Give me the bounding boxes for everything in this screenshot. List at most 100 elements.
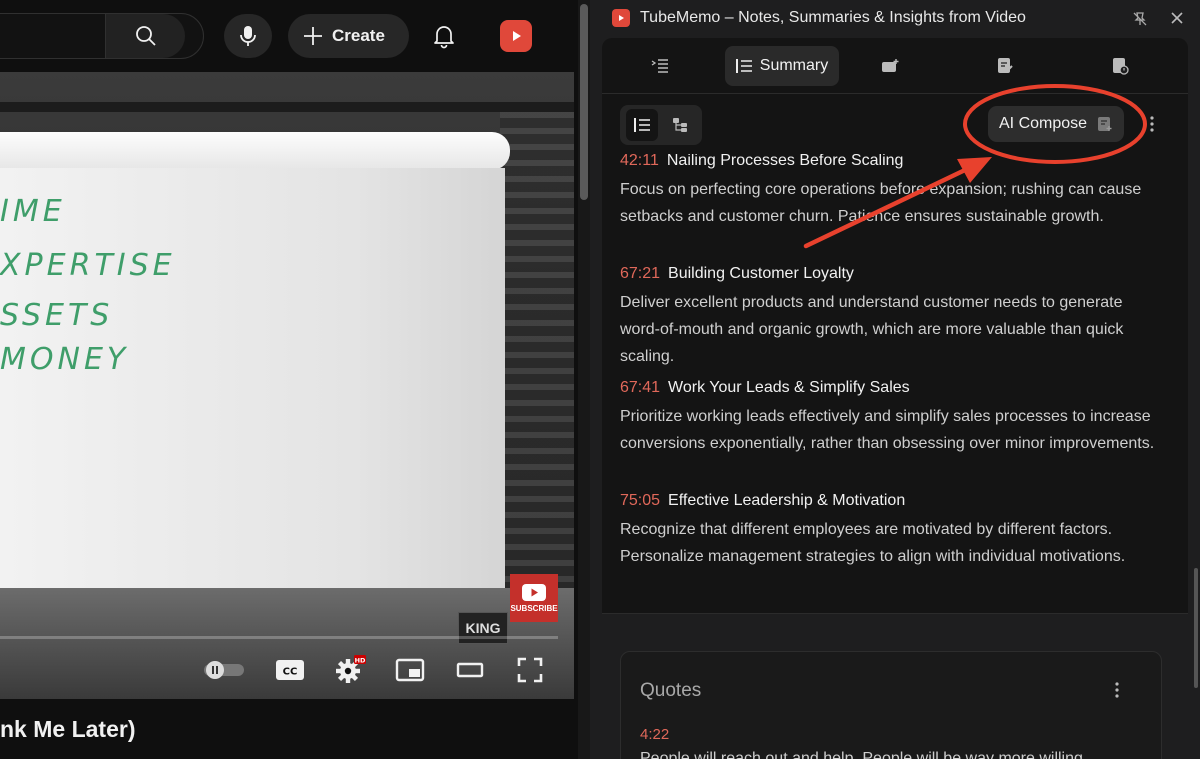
summary-content: 42:11 Nailing Processes Before Scaling F… — [602, 154, 1188, 613]
summary-card: Summary AI Compose 42:11 Nailing Process… — [602, 38, 1188, 613]
list-view-button[interactable] — [626, 109, 658, 141]
search-button[interactable] — [105, 14, 185, 58]
section-title: Building Customer Loyalty — [668, 265, 854, 282]
miniplayer-button[interactable] — [390, 652, 430, 688]
tab-label: Summary — [759, 57, 829, 74]
tubememo-panel: TubeMemo – Notes, Summaries & Insights f… — [590, 0, 1200, 759]
more-options-button[interactable] — [1146, 112, 1158, 136]
panel-title-bar: TubeMemo – Notes, Summaries & Insights f… — [590, 0, 1200, 36]
youtube-page: Create IME XPERTISE SSETS MONEY SUBSCRIB… — [0, 0, 590, 759]
theater-mode-button[interactable] — [450, 652, 490, 688]
unpin-button[interactable] — [1130, 9, 1150, 29]
create-label: Create — [332, 26, 385, 45]
quote-text: People will reach out and help. People w… — [640, 750, 1083, 759]
mindmap-view-button[interactable] — [664, 109, 696, 141]
youtube-topbar: Create — [0, 0, 590, 72]
section-body: Deliver excellent products and understan… — [620, 294, 1124, 365]
kebab-menu-icon — [1150, 116, 1154, 132]
video-title: nk Me Later) — [0, 716, 136, 742]
svg-text:CC: CC — [283, 667, 298, 678]
search-icon — [135, 26, 156, 46]
progress-bar[interactable] — [0, 636, 558, 639]
subscribe-watermark[interactable]: SUBSCRIBE — [510, 574, 558, 622]
panel-tabs: Summary — [602, 38, 1188, 94]
timestamp-link[interactable]: 67:41 — [620, 379, 660, 397]
quotes-more-button[interactable] — [1115, 682, 1119, 703]
voice-search-button[interactable] — [224, 14, 272, 58]
ai-compose-label: AI Compose — [999, 115, 1088, 132]
tab-notes[interactable] — [977, 46, 1041, 86]
timestamp-link[interactable]: 75:05 — [620, 492, 660, 510]
scrollbar-thumb[interactable] — [580, 4, 588, 200]
captions-button[interactable]: CC — [270, 652, 310, 688]
handwriting-line: XPERTISE — [0, 248, 176, 283]
notifications-button[interactable] — [426, 18, 462, 54]
screen: Create IME XPERTISE SSETS MONEY SUBSCRIB… — [0, 0, 1200, 759]
close-panel-button[interactable] — [1167, 8, 1187, 28]
channel-watermark: KING — [458, 612, 508, 644]
play-icon — [619, 15, 624, 21]
summary-list-icon — [735, 59, 752, 73]
kebab-menu-icon — [1115, 682, 1119, 698]
quotes-card: Quotes 4:22 People will reach out and he… — [620, 651, 1162, 759]
handwriting-line: SSETS — [0, 298, 114, 333]
ai-compose-button[interactable]: AI Compose — [988, 106, 1124, 142]
tubememo-logo-icon — [612, 9, 630, 27]
summary-section: 67:41 Work Your Leads & Simplify Sales P… — [620, 376, 1165, 457]
section-divider — [602, 613, 1188, 614]
settings-button[interactable]: HD — [330, 652, 370, 688]
section-header: 67:21 Building Customer Loyalty — [620, 262, 1165, 286]
tab-summary[interactable]: Summary — [725, 46, 839, 86]
fullscreen-icon — [517, 657, 543, 683]
subscribe-label: SUBSCRIBE — [510, 603, 558, 613]
create-button[interactable]: Create — [288, 14, 409, 58]
close-icon — [1171, 12, 1183, 24]
summary-section: 67:21 Building Customer Loyalty Deliver … — [620, 262, 1165, 370]
timestamp-link[interactable]: 67:21 — [620, 265, 660, 283]
camera-plus-icon — [882, 59, 899, 72]
section-header: 75:05 Effective Leadership & Motivation — [620, 489, 1165, 513]
mindmap-icon — [673, 118, 687, 132]
search-input[interactable] — [0, 13, 204, 59]
tab-snapshot[interactable] — [862, 46, 926, 86]
video-frame-paper-roll — [0, 132, 510, 170]
section-header: 67:41 Work Your Leads & Simplify Sales — [620, 376, 1165, 400]
section-title: Nailing Processes Before Scaling — [666, 154, 904, 169]
account-avatar[interactable] — [500, 20, 532, 52]
video-frame-rack — [500, 112, 574, 652]
outline-icon — [651, 59, 668, 73]
video-player[interactable]: IME XPERTISE SSETS MONEY SUBSCRIBE KING … — [0, 72, 574, 699]
tab-outline[interactable] — [632, 46, 696, 86]
video-frame-paper — [0, 168, 505, 588]
pin-off-icon — [1133, 12, 1147, 26]
summary-section: 75:05 Effective Leadership & Motivation … — [620, 489, 1165, 570]
summary-section: 42:11 Nailing Processes Before Scaling F… — [620, 154, 1165, 230]
player-controls: CC HD — [0, 648, 574, 692]
theater-icon — [456, 662, 484, 678]
quotes-title: Quotes — [640, 680, 702, 701]
microphone-icon — [240, 26, 256, 46]
section-body: Prioritize working leads effectively and… — [620, 408, 1155, 452]
timestamp-link[interactable]: 4:22 — [640, 726, 669, 743]
tab-transcript[interactable] — [1092, 46, 1156, 86]
panel-title: TubeMemo – Notes, Summaries & Insights f… — [640, 9, 1026, 26]
plus-icon — [304, 27, 322, 45]
page-scrollbar[interactable] — [578, 0, 590, 759]
pause-toggle-icon — [204, 661, 244, 679]
fullscreen-button[interactable] — [510, 652, 550, 688]
section-body: Focus on perfecting core operations befo… — [620, 181, 1142, 225]
section-body: Recognize that different employees are m… — [620, 521, 1126, 565]
svg-text:HD: HD — [355, 657, 366, 665]
view-mode-toggle — [620, 105, 702, 145]
gear-icon: HD — [336, 655, 366, 683]
document-clock-icon — [1113, 58, 1129, 75]
play-icon — [513, 31, 521, 41]
panel-scrollbar[interactable] — [1194, 568, 1198, 688]
section-title: Effective Leadership & Motivation — [668, 492, 906, 509]
timestamp-link[interactable]: 42:11 — [620, 154, 659, 170]
summary-toolbar: AI Compose — [602, 94, 1188, 154]
video-frame-rail — [0, 102, 574, 112]
youtube-logo-icon — [522, 583, 546, 601]
autoplay-toggle[interactable] — [200, 652, 248, 688]
section-header: 42:11 Nailing Processes Before Scaling — [620, 154, 1165, 173]
